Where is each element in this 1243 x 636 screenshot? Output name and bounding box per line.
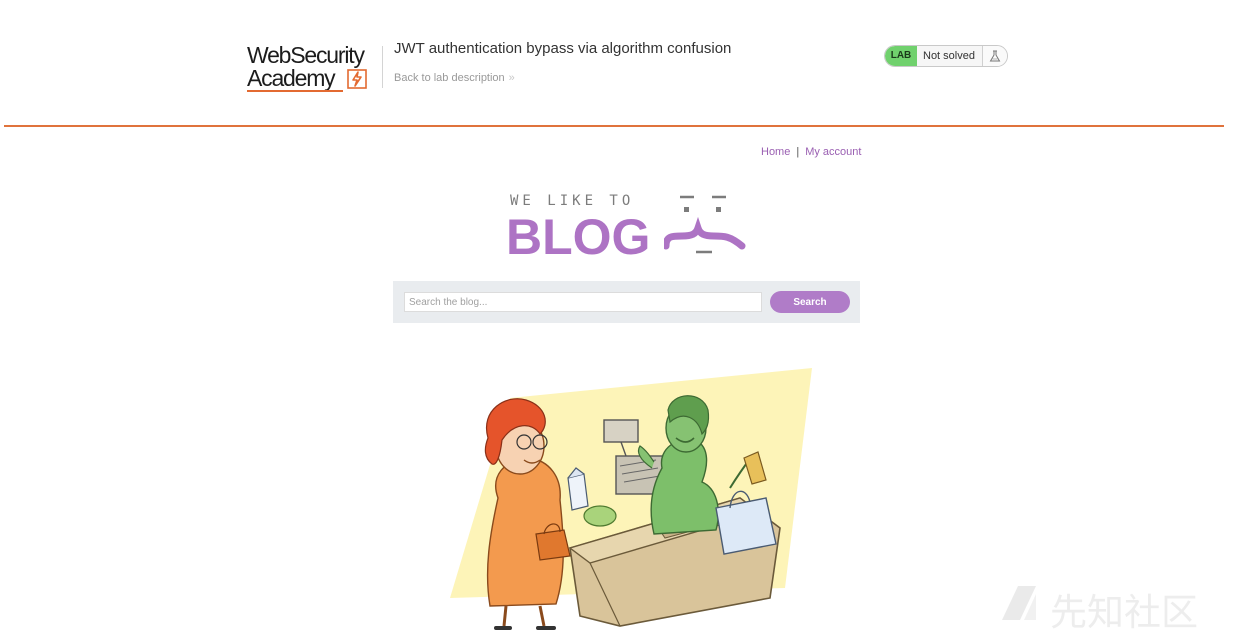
back-link-label: Back to lab description	[394, 72, 505, 84]
header-divider	[382, 46, 383, 88]
header-bottom-border	[4, 125, 1224, 127]
xianzhi-community-watermark: 先知社区	[996, 580, 1226, 634]
flask-icon	[982, 46, 1007, 66]
academy-header: WebSecurity Academy JWT authentication b…	[0, 0, 1243, 127]
lab-status-widget: LAB Not solved	[884, 45, 1008, 67]
logo-underline	[247, 90, 343, 92]
double-chevron-right-icon: »	[508, 72, 515, 84]
lab-title: JWT authentication bypass via algorithm …	[394, 40, 732, 57]
nav-separator: |	[796, 146, 800, 158]
watermark-text: 先知社区	[1050, 591, 1198, 634]
my-account-link[interactable]: My account	[805, 146, 861, 158]
blog-logo-word: BLOG	[506, 209, 651, 265]
blog-post-image[interactable]	[440, 348, 825, 634]
we-like-to-blog-logo: WE LIKE TO BLOG	[506, 190, 746, 265]
search-input[interactable]	[404, 292, 762, 312]
back-to-lab-description-link[interactable]: Back to lab description»	[394, 72, 515, 84]
xianzhi-logo-icon	[1002, 586, 1036, 620]
blog-logo-tagline: WE LIKE TO	[510, 193, 635, 209]
home-link[interactable]: Home	[761, 146, 790, 158]
blog-search-form: Search	[393, 281, 860, 323]
lab-badge: LAB	[885, 46, 917, 66]
lab-status-text: Not solved	[923, 50, 975, 62]
web-security-academy-logo[interactable]: WebSecurity Academy	[247, 42, 383, 94]
lightning-bolt-icon	[347, 69, 367, 89]
logo-text-line2: Academy	[247, 65, 336, 91]
search-button[interactable]: Search	[770, 291, 850, 313]
blog-top-nav: Home | My account	[761, 146, 861, 158]
brace-face-icon	[664, 195, 746, 254]
